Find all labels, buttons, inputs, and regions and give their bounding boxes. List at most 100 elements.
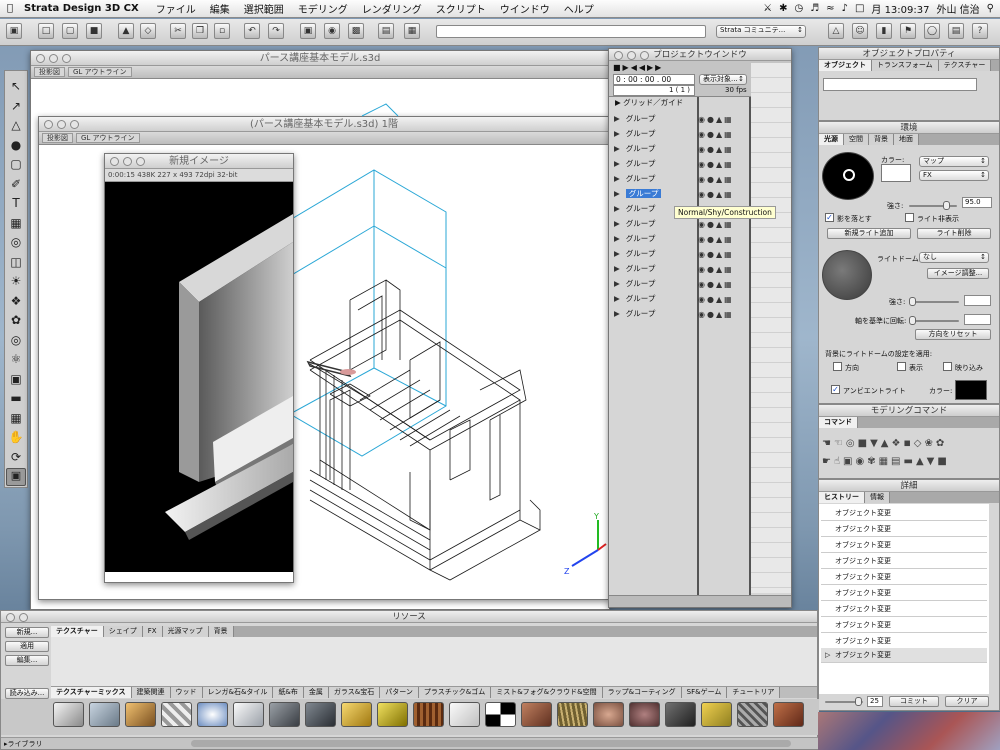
group-row[interactable]: ▶ グループ xyxy=(614,112,698,126)
import-icon[interactable]: ▲ xyxy=(118,23,134,39)
light-dome-preview[interactable] xyxy=(822,250,872,300)
texture-swatch[interactable] xyxy=(305,702,336,727)
menu-script[interactable]: スクリプト xyxy=(429,1,493,16)
timeline-track-area[interactable] xyxy=(751,63,791,593)
cat-mist[interactable]: ミスト&フォグ&クラウド&空間 xyxy=(491,687,603,698)
light-handle-icon[interactable] xyxy=(843,169,855,181)
group-row[interactable]: ▶ グループ xyxy=(614,142,698,156)
tab-history[interactable]: ヒストリー xyxy=(819,492,865,503)
group-row[interactable]: ▶ グループ xyxy=(614,262,698,276)
texture-swatch[interactable] xyxy=(593,702,624,727)
cv-icon[interactable]: ▦ xyxy=(404,23,420,39)
menubar-user[interactable]: 外山 信治 xyxy=(936,1,979,16)
add-light-button[interactable]: 新規ライト追加 xyxy=(827,228,911,239)
cat-metal[interactable]: 金属 xyxy=(303,687,329,698)
lock-icon[interactable]: ▤ xyxy=(378,23,394,39)
history-item[interactable]: オブジェクト変更 xyxy=(821,522,987,537)
apply-resource-button[interactable]: 適用 xyxy=(5,641,49,652)
clear-button[interactable]: クリア xyxy=(945,696,989,707)
extra-swatches[interactable] xyxy=(818,712,1000,750)
cat-wrap[interactable]: ラップ&コーティング xyxy=(602,687,682,698)
close-icon[interactable] xyxy=(110,157,119,166)
cat-glass[interactable]: ガラス&宝石 xyxy=(328,687,381,698)
tab-lightmap[interactable]: 光源マップ xyxy=(162,626,209,637)
texture-swatch[interactable] xyxy=(413,702,444,727)
timemachine-icon[interactable]: ◷ xyxy=(794,3,803,14)
ambient-checkbox[interactable]: ✓ xyxy=(831,385,840,394)
texture-swatch[interactable] xyxy=(665,702,696,727)
save-icon[interactable]: ■ xyxy=(86,23,102,39)
volume-icon[interactable]: ♬ xyxy=(810,3,819,14)
load-resource-button[interactable]: 読み込み... xyxy=(5,688,49,699)
light-dome-select[interactable]: なし xyxy=(919,252,989,263)
tab-info[interactable]: 情報 xyxy=(865,492,890,503)
tab-transform[interactable]: トランスフォーム xyxy=(872,60,939,71)
bluetooth-icon[interactable]: ✱ xyxy=(779,3,787,14)
map-select[interactable]: マップ xyxy=(919,156,989,167)
menu-help[interactable]: ヘルプ xyxy=(557,1,601,16)
help-icon[interactable]: ? xyxy=(972,23,988,39)
apply-reflect-checkbox[interactable] xyxy=(943,362,952,371)
tab-fx[interactable]: FX xyxy=(142,626,163,637)
paste-icon[interactable]: ▫ xyxy=(214,23,230,39)
tab-bg[interactable]: 背景 xyxy=(208,626,234,637)
render-settings-icon[interactable]: ▩ xyxy=(348,23,364,39)
texture-swatch[interactable] xyxy=(449,702,480,727)
texture-swatch[interactable] xyxy=(89,702,120,727)
view-select[interactable]: 投影図 xyxy=(34,67,65,77)
apply-direction-checkbox[interactable] xyxy=(833,362,842,371)
volume-icon-2[interactable]: ♪ xyxy=(842,3,848,14)
apple-menu[interactable]:  xyxy=(0,3,20,14)
tab-object[interactable]: オブジェクト xyxy=(819,60,872,71)
user-icon[interactable]: ☺ xyxy=(852,23,868,39)
texture-swatch[interactable] xyxy=(737,702,768,727)
texture-swatch[interactable] xyxy=(53,702,84,727)
tab-command[interactable]: コマンド xyxy=(819,417,858,428)
group-row[interactable]: ▶ グループ xyxy=(614,217,698,231)
menu-edit[interactable]: 編集 xyxy=(203,1,237,16)
tab-shape[interactable]: シェイプ xyxy=(103,626,143,637)
cat-brick[interactable]: レンガ&石&タイル xyxy=(202,687,274,698)
close-icon[interactable] xyxy=(36,54,45,63)
menubar-clock[interactable]: 月 13:09:37 xyxy=(871,1,929,16)
reset-direction-button[interactable]: 方向をリセット xyxy=(915,329,991,340)
rotate-slider[interactable] xyxy=(909,316,959,325)
history-item[interactable]: オブジェクト変更 xyxy=(821,586,987,601)
tab-texture[interactable]: テクスチャー xyxy=(51,626,104,637)
texture-swatch[interactable] xyxy=(377,702,408,727)
input-method-icon[interactable]: □ xyxy=(855,3,864,14)
close-icon[interactable] xyxy=(44,120,53,129)
apply-show-checkbox[interactable] xyxy=(897,362,906,371)
cat-paper[interactable]: 紙&布 xyxy=(273,687,304,698)
frame-field[interactable]: 1 ( 1 ) xyxy=(613,85,695,96)
library-toggle[interactable]: ▸ライブラリ xyxy=(4,739,43,749)
resources-title[interactable]: リソース xyxy=(1,611,817,623)
history-slider[interactable] xyxy=(825,697,863,706)
light-color-swatch[interactable] xyxy=(881,164,911,182)
cat-pattern[interactable]: パターン xyxy=(380,687,419,698)
minimize-icon[interactable] xyxy=(57,120,66,129)
group-row[interactable]: ▶ グループ xyxy=(614,247,698,261)
history-item[interactable]: オブジェクト変更 xyxy=(821,506,987,521)
history-item[interactable]: オブジェクト変更 xyxy=(821,602,987,617)
dome-strength-slider[interactable] xyxy=(909,297,959,306)
render-region-icon[interactable]: ▣ xyxy=(300,23,316,39)
stats-icon[interactable]: ▮ xyxy=(876,23,892,39)
group-row-selected[interactable]: ▶ グループ xyxy=(614,187,698,201)
ambient-color-swatch[interactable] xyxy=(955,380,987,400)
object-properties-title[interactable]: オブジェクトプロパティ xyxy=(819,48,999,60)
status-field[interactable] xyxy=(436,25,706,38)
cat-texmix[interactable]: テクスチャーミックス xyxy=(51,687,132,698)
cut-icon[interactable]: ✂ xyxy=(170,23,186,39)
tab-background[interactable]: 背景 xyxy=(869,134,894,145)
texture-swatch[interactable] xyxy=(521,702,552,727)
zoom-icon[interactable] xyxy=(70,120,79,129)
texture-swatch[interactable] xyxy=(233,702,264,727)
menu-window[interactable]: ウインドウ xyxy=(493,1,557,16)
texture-swatch[interactable] xyxy=(197,702,228,727)
texture-swatch[interactable] xyxy=(161,702,192,727)
minimize-icon[interactable] xyxy=(19,613,28,622)
playback-controls[interactable]: ■▶◀◀▶▶ xyxy=(613,63,663,72)
render-mode-select[interactable]: GL アウトライン xyxy=(76,133,140,143)
group-row[interactable]: ▶ グループ xyxy=(614,127,698,141)
